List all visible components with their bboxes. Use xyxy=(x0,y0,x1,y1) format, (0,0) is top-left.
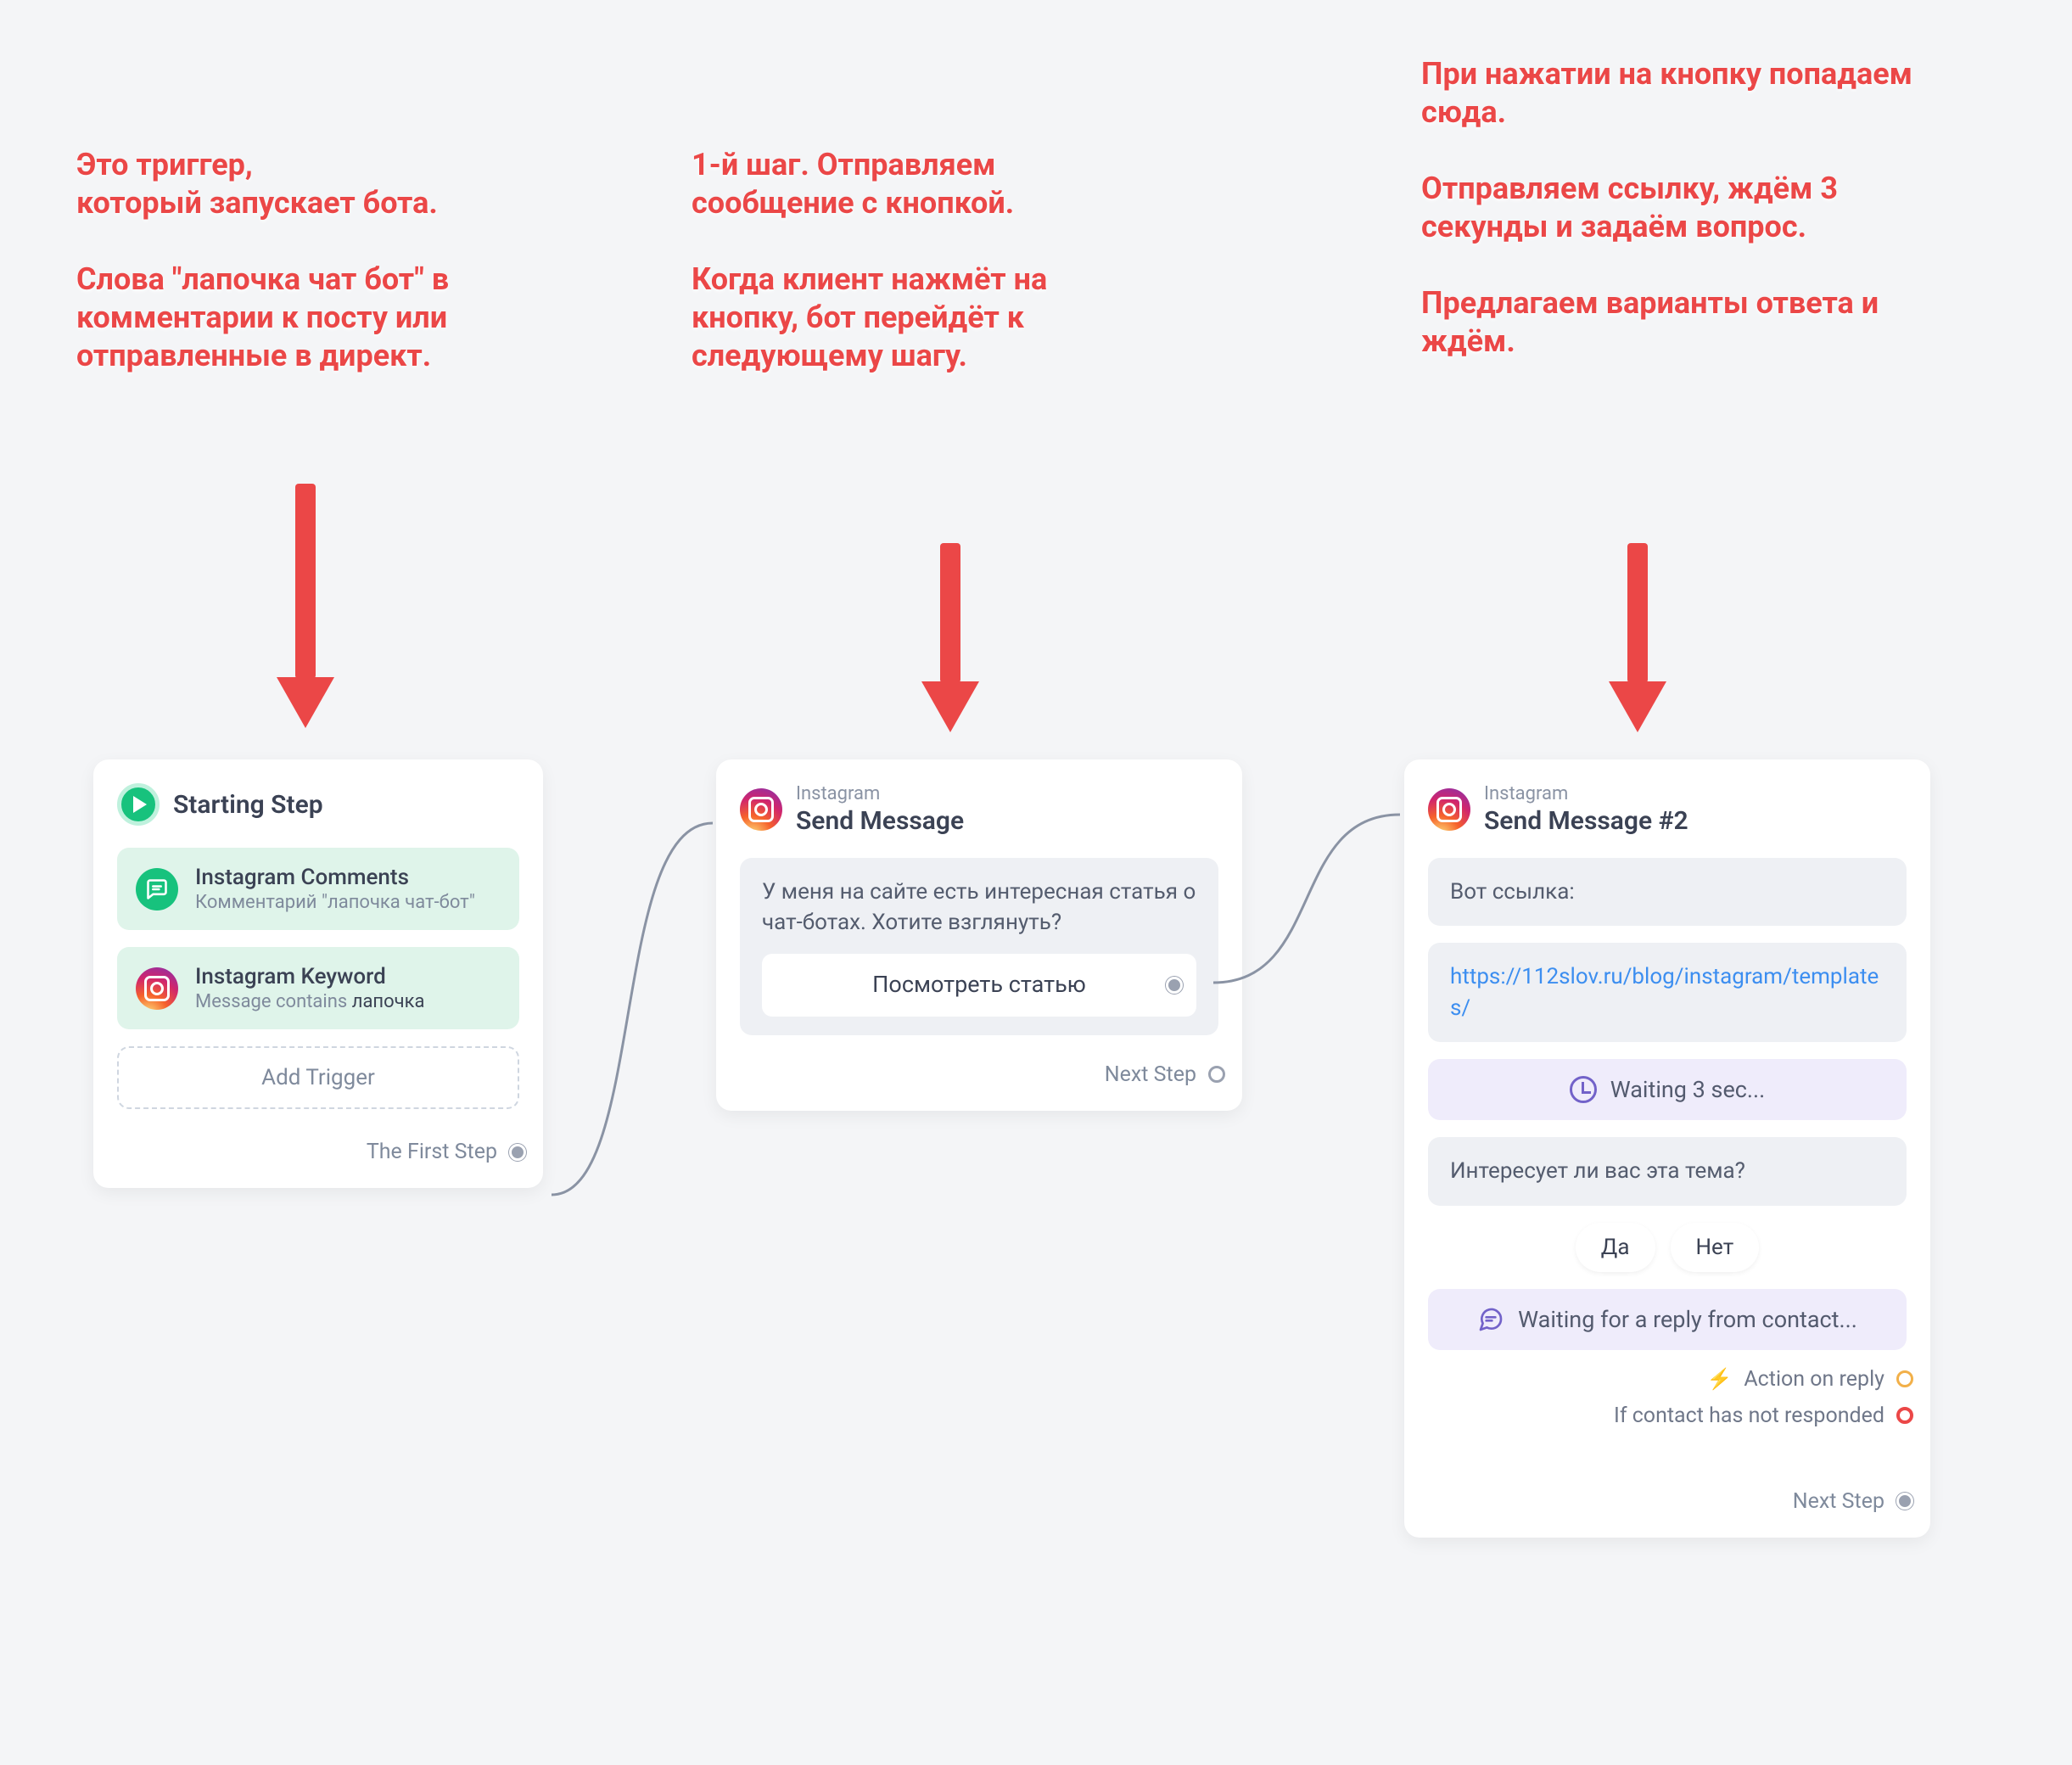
message-text-block[interactable]: У меня на сайте есть интересная статья о… xyxy=(740,858,1218,1035)
action-on-reply-label: Action on reply xyxy=(1744,1367,1884,1392)
annotation-trigger: Это триггер, который запускает бота. Сло… xyxy=(76,146,602,375)
trigger1-title: Instagram Comments xyxy=(195,865,475,890)
card-send-message-2[interactable]: Instagram Send Message #2 Вот ссылка: ht… xyxy=(1404,759,1930,1538)
message-text-block[interactable]: Вот ссылка: xyxy=(1428,858,1907,926)
trigger1-subtitle: Комментарий "лапочка чат-бот" xyxy=(195,892,475,913)
card3-header: Instagram Send Message #2 xyxy=(1428,783,1907,836)
chat-bubble-icon xyxy=(1477,1306,1504,1333)
action-on-reply-row[interactable]: ⚡ Action on reply xyxy=(1428,1367,1913,1392)
card3-title: Send Message #2 xyxy=(1484,806,1907,836)
message-button-label: Посмотреть статью xyxy=(872,971,1086,998)
wait-timer-block[interactable]: Waiting 3 sec... xyxy=(1428,1059,1907,1120)
instagram-icon xyxy=(740,788,782,831)
card2-header: Instagram Send Message xyxy=(740,783,1218,836)
wait-reply-block[interactable]: Waiting for a reply from contact... xyxy=(1428,1289,1907,1350)
arrow-down-icon xyxy=(1612,543,1663,732)
clock-icon xyxy=(1570,1076,1597,1103)
output-port[interactable] xyxy=(1896,1407,1913,1424)
connector-1-to-2 xyxy=(543,789,738,1213)
bolt-icon: ⚡ xyxy=(1706,1369,1732,1389)
message-link[interactable]: https://112slov.ru/blog/instagram/templa… xyxy=(1450,964,1879,1020)
button-output-port[interactable] xyxy=(1166,977,1183,994)
card1-title: Starting Step xyxy=(173,790,519,820)
message-question: Интересует ли вас эта тема? xyxy=(1450,1158,1745,1184)
wait-reply-label: Waiting for a reply from contact... xyxy=(1518,1306,1857,1333)
arrow-down-icon xyxy=(280,484,331,728)
quick-reply-row: Да Нет xyxy=(1428,1223,1907,1272)
output-port[interactable] xyxy=(1896,1370,1913,1387)
output-port[interactable] xyxy=(509,1144,526,1161)
next-step-label: Next Step xyxy=(1793,1489,1884,1514)
annotation-step1: 1-й шаг. Отправляем сообщение с кнопкой.… xyxy=(692,146,1150,375)
card3-pretitle: Instagram xyxy=(1484,783,1907,804)
output-port[interactable] xyxy=(1208,1066,1225,1083)
trigger2-subtitle: Message contains лапочка xyxy=(195,991,424,1012)
card3-footer[interactable]: Next Step xyxy=(1428,1479,1913,1514)
card-send-message-1[interactable]: Instagram Send Message У меня на сайте е… xyxy=(716,759,1242,1111)
trigger-instagram-keyword[interactable]: Instagram Keyword Message contains лапоч… xyxy=(117,947,519,1029)
message-button[interactable]: Посмотреть статью xyxy=(762,954,1196,1017)
card2-title: Send Message xyxy=(796,806,1218,836)
message-question-block[interactable]: Интересует ли вас эта тема? xyxy=(1428,1137,1907,1205)
output-port[interactable] xyxy=(1896,1493,1913,1510)
annotation-step2: При нажатии на кнопку попадаем сюда. Отп… xyxy=(1421,55,1947,361)
message-link-block[interactable]: https://112slov.ru/blog/instagram/templa… xyxy=(1428,943,1907,1042)
card-starting-step[interactable]: Starting Step Instagram Comments Коммент… xyxy=(93,759,543,1188)
card2-pretitle: Instagram xyxy=(796,783,1218,804)
message-text: Вот ссылка: xyxy=(1450,879,1575,905)
card2-footer[interactable]: Next Step xyxy=(740,1052,1225,1087)
card1-footer[interactable]: The First Step xyxy=(117,1129,526,1164)
instagram-icon xyxy=(136,967,178,1010)
comment-icon xyxy=(136,868,178,911)
first-step-label: The First Step xyxy=(367,1140,497,1164)
action-no-response-row[interactable]: If contact has not responded xyxy=(1428,1404,1913,1428)
wait-label: Waiting 3 sec... xyxy=(1610,1076,1766,1103)
card1-header: Starting Step xyxy=(117,783,519,826)
action-no-response-label: If contact has not responded xyxy=(1614,1404,1884,1428)
quick-reply-no[interactable]: Нет xyxy=(1671,1223,1760,1272)
play-icon xyxy=(117,783,160,826)
quick-reply-yes[interactable]: Да xyxy=(1576,1223,1655,1272)
trigger2-title: Instagram Keyword xyxy=(195,964,424,989)
next-step-label: Next Step xyxy=(1105,1062,1196,1087)
trigger-instagram-comments[interactable]: Instagram Comments Комментарий "лапочка … xyxy=(117,848,519,930)
arrow-down-icon xyxy=(925,543,976,732)
add-trigger-button[interactable]: Add Trigger xyxy=(117,1046,519,1109)
message-text: У меня на сайте есть интересная статья о… xyxy=(762,879,1196,935)
instagram-icon xyxy=(1428,788,1470,831)
